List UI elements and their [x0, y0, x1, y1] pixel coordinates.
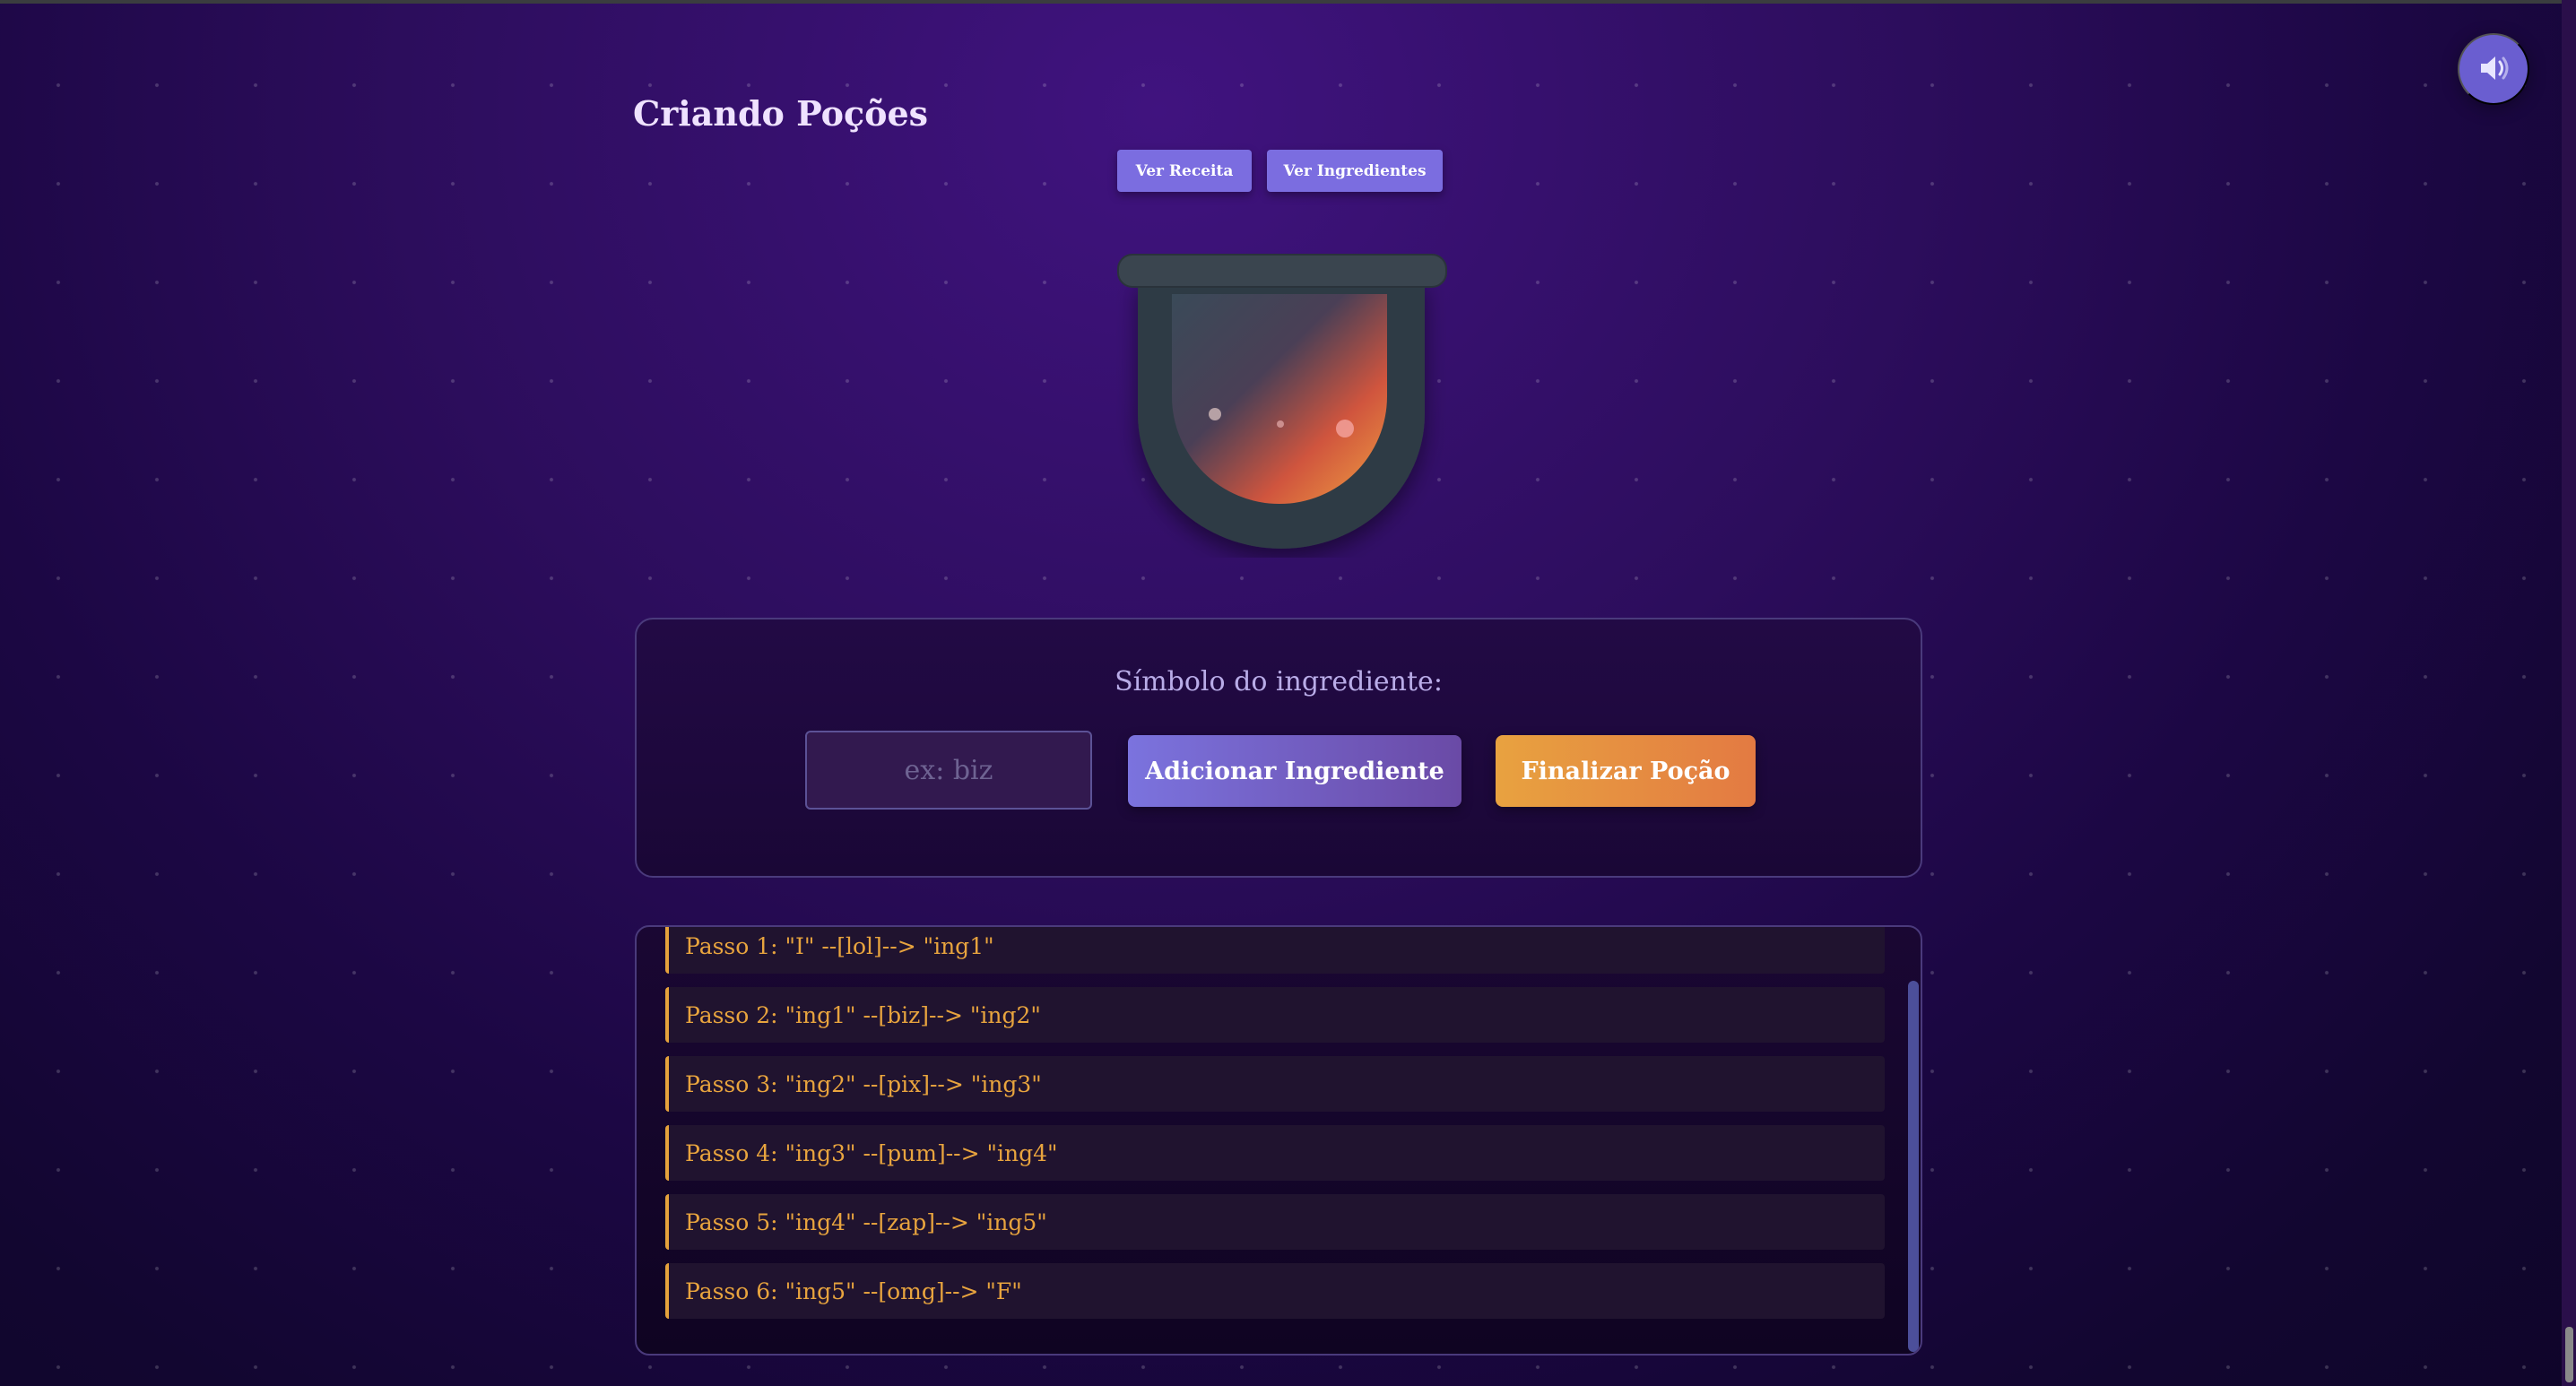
page-scrollbar-track[interactable] — [2562, 0, 2576, 1386]
bubble — [1336, 420, 1354, 437]
step-item: Passo 2: "ing1" --[biz]--> "ing2" — [665, 987, 1885, 1043]
step-item: Passo 5: "ing4" --[zap]--> "ing5" — [665, 1194, 1885, 1250]
cauldron — [1112, 253, 1453, 558]
page-scrollbar-thumb[interactable] — [2565, 1327, 2573, 1382]
page-title: Criando Poções — [633, 93, 929, 134]
step-item: Passo 4: "ing3" --[pum]--> "ing4" — [665, 1125, 1885, 1181]
steps-list: Passo 1: "I" --[lol]--> "ing1" Passo 2: … — [665, 927, 1885, 1332]
steps-list-container[interactable]: Passo 1: "I" --[lol]--> "ing1" Passo 2: … — [635, 925, 1922, 1356]
add-ingredient-button[interactable]: Adicionar Ingrediente — [1128, 735, 1461, 807]
finish-potion-button[interactable]: Finalizar Poção — [1496, 735, 1756, 807]
potion-liquid — [1172, 294, 1387, 504]
step-item: Passo 6: "ing5" --[omg]--> "F" — [665, 1263, 1885, 1319]
step-item: Passo 1: "I" --[lol]--> "ing1" — [665, 927, 1885, 974]
window-top-edge — [0, 0, 2576, 4]
speaker-icon — [2476, 50, 2511, 89]
view-ingredients-button[interactable]: Ver Ingredientes — [1267, 150, 1443, 192]
ingredient-symbol-input[interactable] — [805, 731, 1092, 810]
bubble — [1209, 408, 1221, 420]
ingredient-symbol-label: Símbolo do ingrediente: — [1115, 666, 1443, 697]
step-item: Passo 3: "ing2" --[pix]--> "ing3" — [665, 1056, 1885, 1112]
ingredient-panel: Símbolo do ingrediente: Adicionar Ingred… — [635, 618, 1922, 878]
view-recipe-button[interactable]: Ver Receita — [1117, 150, 1252, 192]
cauldron-rim — [1117, 254, 1447, 288]
steps-scrollbar[interactable] — [1908, 981, 1919, 1352]
bubble — [1277, 420, 1284, 428]
sound-toggle-button[interactable] — [2458, 33, 2529, 105]
